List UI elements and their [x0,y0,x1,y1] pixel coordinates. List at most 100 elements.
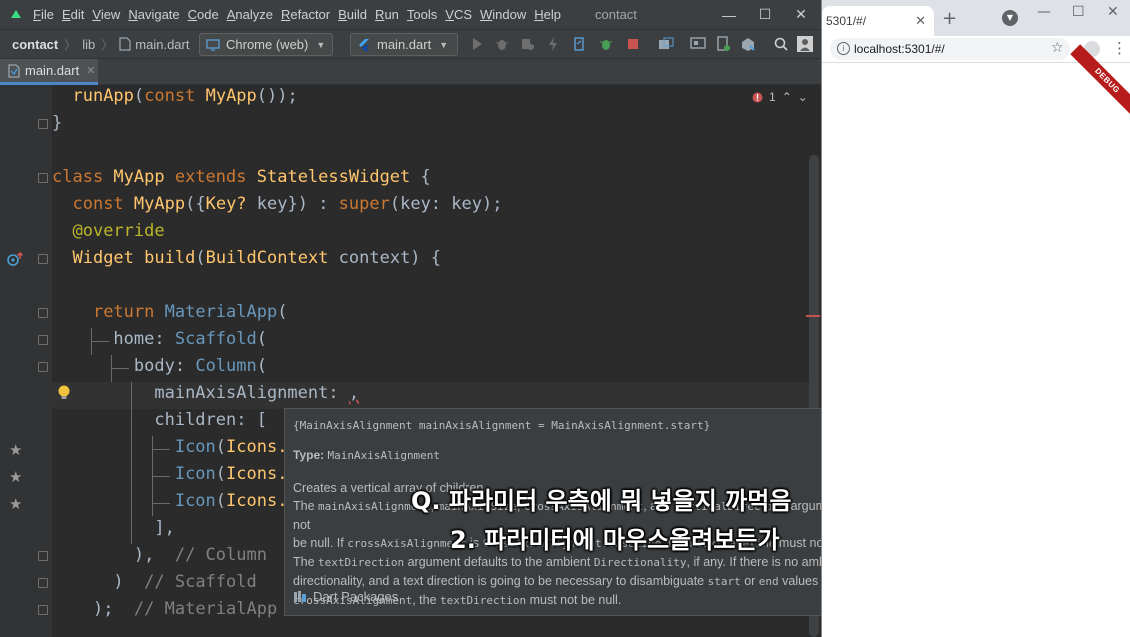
code-line-11: children: [ [52,407,267,434]
browser-menu-icon[interactable]: ⋮ [1112,39,1127,57]
coverage-icon[interactable] [519,36,535,52]
code-param: children [154,410,237,430]
breadcrumb-file[interactable]: main.dart [135,37,189,52]
code-param: mainAxisAlignment [154,383,329,403]
code-keyword: const [144,86,196,106]
new-tab-button[interactable]: + [942,8,957,29]
close-button[interactable]: ✕ [783,0,819,29]
code-function: build [144,248,196,268]
run-config-selector[interactable]: main.dart ▼ [350,33,458,56]
menu-refactor[interactable]: Refactor [281,7,330,22]
attach-debugger-icon[interactable] [598,36,614,52]
code-type: BuildContext [205,248,329,268]
doc-signature: {MainAxisAlignment mainAxisAlignment = M… [293,419,711,432]
previous-error-icon[interactable]: ⌃ [782,90,792,104]
close-button[interactable]: ✕ [1107,4,1119,20]
close-tab-icon[interactable]: ✕ [86,64,95,77]
browser-tab[interactable]: 5301/#/ ✕ [822,6,934,36]
code-param: body [133,356,175,376]
minimize-button[interactable]: — [711,0,747,29]
doc-text: , the [412,593,441,607]
menu-tools[interactable]: Tools [407,7,437,22]
tab-search-icon[interactable]: ▼ [1002,10,1018,26]
debug-icon[interactable] [494,36,510,52]
editor-tab-bar: main.dart ✕ [0,59,821,85]
site-info-icon[interactable]: i [837,42,850,55]
fold-marker-icon[interactable] [38,578,48,588]
doc-library-label[interactable]: Dart Packages [313,589,398,604]
fold-marker-icon[interactable] [38,335,48,345]
fold-marker-icon[interactable] [38,173,48,183]
bookmark-star-icon[interactable]: ★ [9,468,22,486]
doc-code: crossAxisAlignment [347,537,467,550]
hot-restart-icon[interactable] [571,36,587,52]
code-error-mark: , [348,383,360,403]
code-keyword: class [52,167,104,187]
menu-build[interactable]: Build [338,7,367,22]
bookmark-star-icon[interactable]: ☆ [1051,40,1064,56]
code-line-10[interactable]: mainAxisAlignment: , [52,380,359,407]
device-selector-label: Chrome (web) [226,37,309,52]
code-text: key}) : [246,194,339,214]
menu-vcs[interactable]: VCS [445,7,472,22]
menu-navigate[interactable]: Navigate [128,7,179,22]
error-stripe-marker[interactable] [806,315,820,317]
error-icon [752,92,763,102]
menu-analyze[interactable]: Analyze [227,7,273,22]
fold-marker-icon[interactable] [38,362,48,372]
menu-file[interactable]: File [33,7,54,22]
menu-run[interactable]: Run [375,7,399,22]
fold-marker-icon[interactable] [38,605,48,615]
close-tab-icon[interactable]: ✕ [915,13,926,29]
doc-footer: Dart Packages [293,589,398,604]
sdk-manager-icon[interactable] [740,36,756,52]
user-avatar-icon[interactable] [797,36,813,52]
breadcrumb-folder[interactable]: lib [82,37,95,52]
device-selector[interactable]: Chrome (web) ▼ [199,33,333,56]
menu-code[interactable]: Code [188,7,219,22]
code-line-7: return MaterialApp( [52,299,288,326]
menu-help[interactable]: Help [534,7,561,22]
hot-reload-icon[interactable] [545,36,561,52]
stop-icon[interactable] [625,36,641,52]
minimize-button[interactable]: — [1037,4,1051,20]
maximize-button[interactable]: ☐ [747,0,783,29]
code-punct: ( [215,491,227,511]
code-line-14: Icon(Icons. [52,488,288,515]
device-manager-icon[interactable] [690,36,706,52]
next-error-icon[interactable]: ⌄ [798,90,808,104]
menu-view[interactable]: View [92,7,120,22]
project-structure-icon[interactable] [658,36,674,52]
fold-marker-icon[interactable] [38,119,48,129]
tab-main-dart[interactable]: main.dart ✕ [0,59,98,85]
avd-manager-icon[interactable] [715,36,731,52]
address-bar[interactable]: i localhost:5301/#/ [830,38,1070,60]
bookmark-star-icon[interactable]: ★ [9,495,22,513]
error-count: 1 [769,90,776,104]
override-method-icon[interactable] [6,251,24,267]
menu-window[interactable]: Window [480,7,526,22]
search-icon[interactable] [773,36,789,52]
run-icon[interactable] [469,36,485,52]
breadcrumb-project[interactable]: contact [12,37,58,52]
fold-marker-icon[interactable] [38,254,48,264]
maximize-button[interactable]: ☐ [1072,4,1085,20]
fold-marker-icon[interactable] [38,551,48,561]
fold-marker-icon[interactable] [38,308,48,318]
menu-edit[interactable]: Edit [62,7,84,22]
code-keyword: super [338,194,390,214]
inspection-widget[interactable]: 1 ⌃ ⌄ [752,90,808,104]
doc-code: end [758,575,779,588]
bookmark-star-icon[interactable]: ★ [9,441,22,459]
code-function: MyApp [205,86,257,106]
code-class: Icon [174,437,216,457]
code-punct: : [ [236,410,267,430]
